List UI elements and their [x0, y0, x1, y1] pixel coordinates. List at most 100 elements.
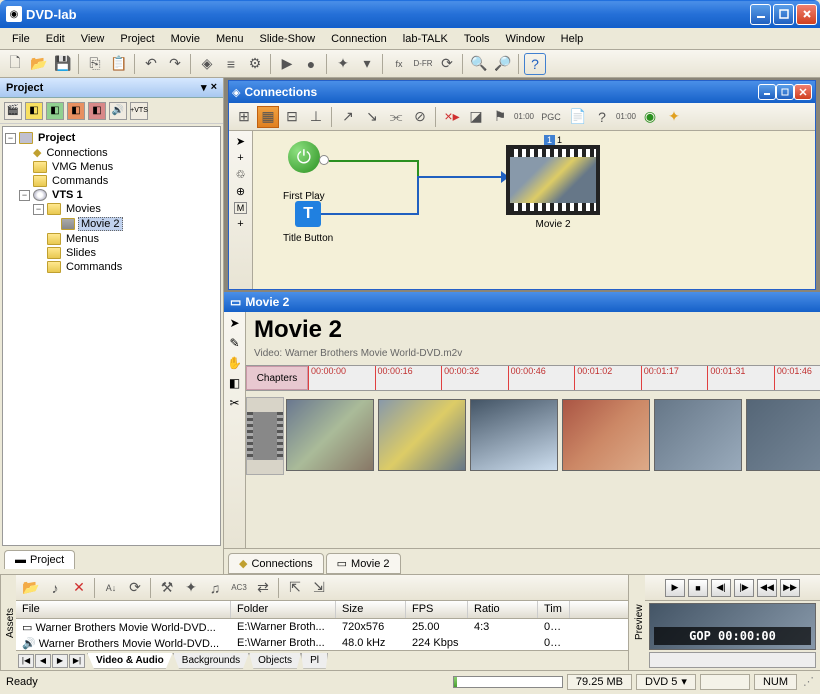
movie-node[interactable]: 11 Movie 2: [503, 135, 603, 230]
help-icon[interactable]: ?: [524, 53, 546, 75]
tab-connections[interactable]: ◆Connections: [228, 553, 324, 574]
tab-video-audio[interactable]: Video & Audio: [87, 653, 173, 669]
star-icon[interactable]: ✦: [663, 106, 685, 128]
first-icon[interactable]: |◀: [18, 654, 34, 668]
dropdown-icon[interactable]: ▾: [356, 53, 378, 75]
undo-icon[interactable]: ↶: [140, 53, 162, 75]
m-icon[interactable]: M: [234, 202, 248, 214]
new-icon[interactable]: 🗋: [4, 53, 26, 75]
add-movie-icon[interactable]: 🎬: [4, 102, 22, 120]
pin-icon[interactable]: ▾: [201, 81, 207, 94]
menu-edit[interactable]: Edit: [38, 30, 73, 48]
pointer2-icon[interactable]: ➤: [229, 316, 239, 330]
tree-movies[interactable]: Movies: [64, 203, 103, 215]
stop-button[interactable]: ■: [688, 579, 708, 597]
thumb-3[interactable]: [470, 399, 558, 471]
save-icon[interactable]: 💾: [52, 53, 74, 75]
tree-root[interactable]: Project: [36, 132, 77, 144]
col-ratio[interactable]: Ratio: [468, 601, 538, 618]
thumb-2[interactable]: [378, 399, 466, 471]
col-tim[interactable]: Tim: [538, 601, 570, 618]
eraser-icon[interactable]: ◧: [229, 376, 240, 390]
clock-icon[interactable]: 01:00: [615, 106, 637, 128]
plus2-icon[interactable]: +: [237, 218, 243, 230]
tool1-icon[interactable]: ⚒: [156, 577, 178, 599]
tree-vts1[interactable]: VTS 1: [50, 189, 85, 201]
tab-backgrounds[interactable]: Backgrounds: [173, 653, 249, 669]
remove-icon[interactable]: ✕: [68, 577, 90, 599]
connections-canvas[interactable]: ⏻ First Play T Title Button 11 Movie 2: [253, 131, 815, 289]
audio-icon[interactable]: 🔊: [109, 102, 127, 120]
menu-view[interactable]: View: [73, 30, 113, 48]
timeline-ruler[interactable]: 00:00:00 00:00:16 00:00:32 00:00:46 00:0…: [308, 366, 820, 390]
add-menu-icon[interactable]: ◧: [25, 102, 43, 120]
stack-icon[interactable]: ≡: [220, 53, 242, 75]
table-row[interactable]: ▭ Warner Brothers Movie World-DVD... E:\…: [16, 619, 628, 635]
marker-icon[interactable]: ✎: [229, 336, 239, 350]
audio2-icon[interactable]: ♫: [204, 577, 226, 599]
skip-fwd-button[interactable]: ▶▶: [780, 579, 800, 597]
compile-icon[interactable]: ◈: [196, 53, 218, 75]
conn-maximize-button[interactable]: [776, 84, 794, 100]
flag-icon[interactable]: ⚑: [489, 106, 511, 128]
align-icon[interactable]: ⊟: [281, 106, 303, 128]
add-slide-icon[interactable]: ◧: [46, 102, 64, 120]
import-icon[interactable]: 📂: [20, 577, 42, 599]
preview-image[interactable]: GOP 00:00:00: [649, 603, 816, 650]
movie-titlebar[interactable]: ▭ Movie 2: [224, 292, 820, 312]
paste-icon[interactable]: 📋: [108, 53, 130, 75]
tab-objects[interactable]: Objects: [249, 653, 301, 669]
zoom-out-icon[interactable]: 🔎: [492, 53, 514, 75]
chain-icon[interactable]: ⫘: [385, 106, 407, 128]
color-icon[interactable]: ◪: [465, 106, 487, 128]
prev-icon[interactable]: ◀: [35, 654, 51, 668]
tree-menus[interactable]: Menus: [64, 233, 101, 245]
menu-menu[interactable]: Menu: [208, 30, 252, 48]
col-folder[interactable]: Folder: [231, 601, 336, 618]
assets-table[interactable]: File Folder Size FPS Ratio Tim ▭ Warner …: [16, 601, 628, 650]
menu-tools[interactable]: Tools: [456, 30, 498, 48]
play-icon[interactable]: ▶: [276, 53, 298, 75]
unlink-icon[interactable]: ↘: [361, 106, 383, 128]
recycle-icon[interactable]: ♲: [236, 168, 246, 181]
timeline[interactable]: Chapters 00:00:00 00:00:16 00:00:32 00:0…: [246, 365, 820, 391]
text-icon[interactable]: A↓: [100, 577, 122, 599]
fx-icon[interactable]: fx: [388, 53, 410, 75]
pgc-button[interactable]: PGC: [537, 106, 565, 128]
conn-minimize-button[interactable]: [758, 84, 776, 100]
title-button-node[interactable]: T Title Button: [283, 201, 333, 244]
open-icon[interactable]: 📂: [28, 53, 50, 75]
zoom-in-icon[interactable]: 🔍: [468, 53, 490, 75]
thumbnail-strip[interactable]: [246, 397, 820, 475]
menu-connection[interactable]: Connection: [323, 30, 395, 48]
add-icon[interactable]: +: [237, 152, 243, 164]
close-button[interactable]: [796, 4, 817, 25]
overlap-icon[interactable]: ◉: [639, 106, 661, 128]
help2-icon[interactable]: ?: [591, 106, 613, 128]
status-dvd[interactable]: DVD 5 ▾: [636, 674, 696, 690]
script-icon[interactable]: 📄: [567, 106, 589, 128]
thumb-4[interactable]: [562, 399, 650, 471]
reload-icon[interactable]: ⟳: [436, 53, 458, 75]
thumb-6[interactable]: [746, 399, 820, 471]
record-icon[interactable]: ●: [300, 53, 322, 75]
redo-icon[interactable]: ↷: [164, 53, 186, 75]
layout-icon[interactable]: ▦: [257, 106, 279, 128]
ac3-icon[interactable]: AC3: [228, 577, 250, 599]
tree-vmg[interactable]: VMG Menus: [50, 161, 115, 173]
export2-icon[interactable]: ⇲: [308, 577, 330, 599]
tree-collapse-icon[interactable]: −: [33, 204, 44, 215]
menu-file[interactable]: File: [4, 30, 38, 48]
export-icon[interactable]: ⇱: [284, 577, 306, 599]
add-cmd-icon[interactable]: ◧: [88, 102, 106, 120]
step-back-button[interactable]: ◀|: [711, 579, 731, 597]
thumb-5[interactable]: [654, 399, 742, 471]
first-play-node[interactable]: ⏻ First Play: [283, 141, 325, 202]
panel-close-icon[interactable]: ×: [211, 81, 217, 94]
next-icon[interactable]: ▶: [52, 654, 68, 668]
dfr-icon[interactable]: D-FR: [412, 53, 434, 75]
resize-grip-icon[interactable]: ⋰: [803, 675, 814, 688]
step-fwd-button[interactable]: |▶: [734, 579, 754, 597]
col-size[interactable]: Size: [336, 601, 406, 618]
menu-project[interactable]: Project: [112, 30, 162, 48]
